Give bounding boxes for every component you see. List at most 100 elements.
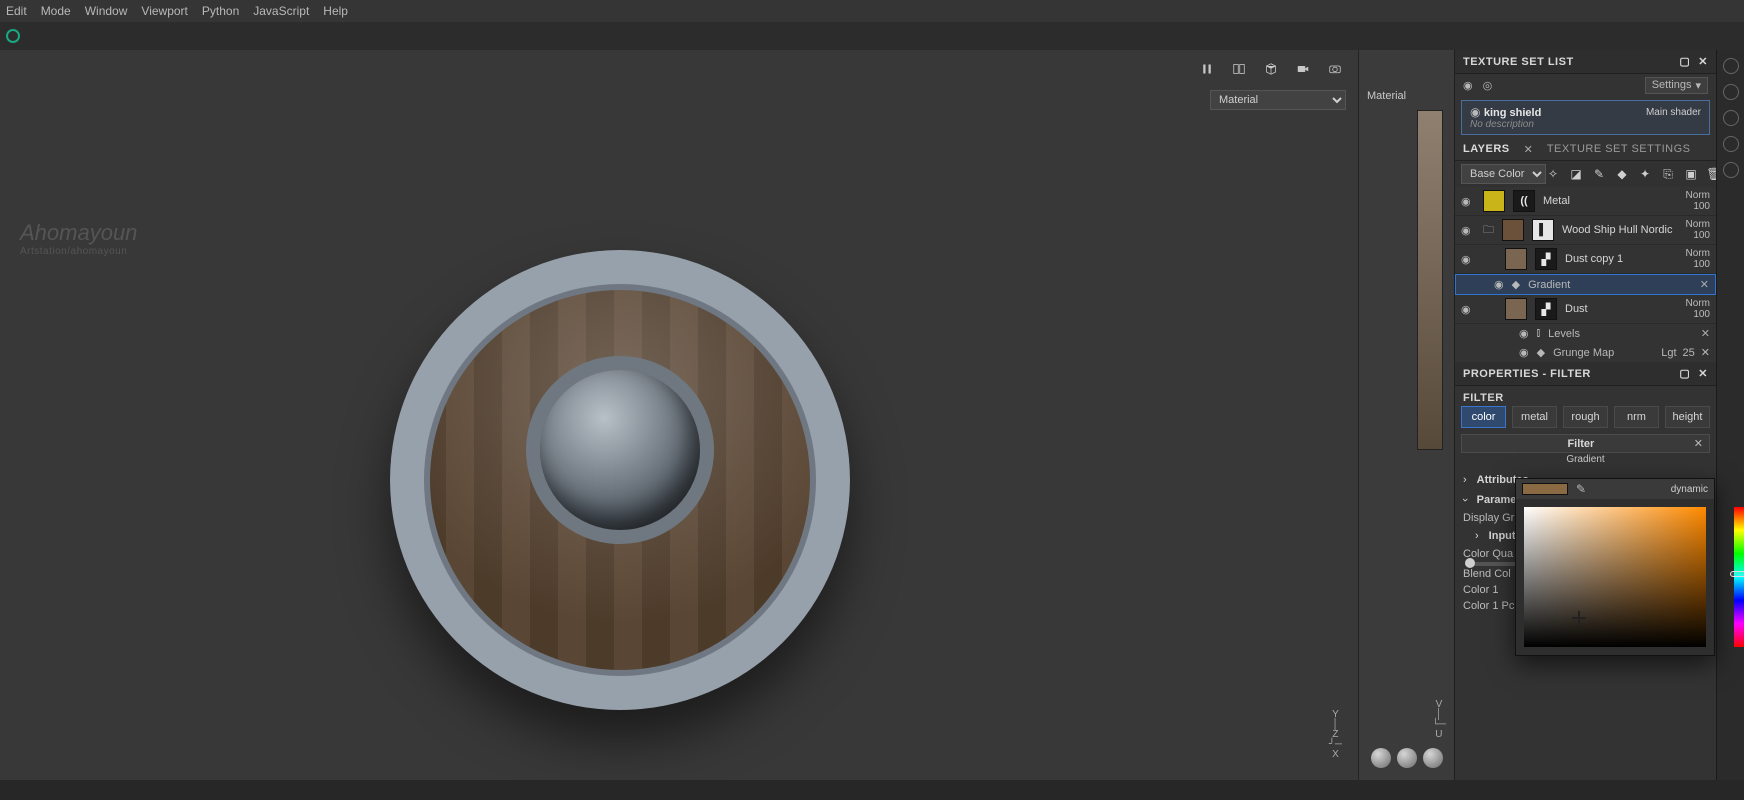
app-logo-icon[interactable] <box>6 29 20 43</box>
eye-icon[interactable]: ◉ <box>1461 253 1475 266</box>
blend-mode[interactable]: Norm <box>1686 219 1710 230</box>
channel-color[interactable]: color <box>1461 406 1506 428</box>
effect-gradient[interactable]: ◉ ◆ Gradient ✕ <box>1455 274 1716 295</box>
camera-icon[interactable] <box>1324 58 1346 80</box>
layer-metal[interactable]: ◉ (( Metal Norm 100 <box>1455 187 1716 216</box>
layer-label[interactable]: Metal <box>1543 195 1678 207</box>
layer-thumb[interactable] <box>1483 190 1505 212</box>
layer-mask-icon[interactable]: ▞ <box>1535 298 1557 320</box>
layer-label[interactable]: Dust <box>1565 303 1678 315</box>
layer-mask-icon[interactable]: ▞ <box>1535 248 1557 270</box>
viewport-shading-3d[interactable]: Material <box>1210 90 1346 110</box>
menu-edit[interactable]: Edit <box>6 4 27 18</box>
filter-clear-icon[interactable]: ✕ <box>1694 437 1703 450</box>
hue-handle-icon[interactable] <box>1730 571 1744 577</box>
layer-dust-copy[interactable]: ◉ ▞ Dust copy 1 Norm 100 <box>1455 245 1716 274</box>
texture-set-item[interactable]: ◉ king shield Main shader No description <box>1461 100 1710 135</box>
menu-javascript[interactable]: JavaScript <box>253 4 309 18</box>
matball-1[interactable] <box>1371 748 1391 768</box>
channel-metal[interactable]: metal <box>1512 406 1557 428</box>
layer-thumb[interactable] <box>1505 248 1527 270</box>
layer-wood-folder[interactable]: ◉ 🗀 ▌ Wood Ship Hull Nordic Norm 100 <box>1455 216 1716 245</box>
blend-mode[interactable]: Norm <box>1686 298 1710 309</box>
layer-mask-icon[interactable]: ▌ <box>1532 219 1554 241</box>
menu-mode[interactable]: Mode <box>41 4 71 18</box>
shelf-slot-5[interactable] <box>1723 162 1739 178</box>
close-icon[interactable]: ✕ <box>1698 367 1708 380</box>
layer-thumb[interactable] <box>1502 219 1524 241</box>
visibility-all-icon[interactable]: ◉ <box>1463 79 1473 92</box>
fill-icon[interactable]: ◆ <box>1615 167 1629 181</box>
mask-icon[interactable]: ◪ <box>1569 167 1583 181</box>
texture-set-shader[interactable]: Main shader <box>1646 107 1701 118</box>
camera-solid-icon[interactable] <box>1292 58 1314 80</box>
effect-delete-icon[interactable]: ✕ <box>1701 327 1710 340</box>
axis-gizmo-2d[interactable]: V│└─U <box>1432 700 1446 740</box>
split-view-icon[interactable] <box>1228 58 1250 80</box>
opacity-value[interactable]: 100 <box>1693 230 1710 241</box>
visibility-focus-icon[interactable]: ◎ <box>1483 79 1493 92</box>
cube-3d-icon[interactable] <box>1260 58 1282 80</box>
color-picker[interactable]: ✎ dynamic <box>1515 478 1715 656</box>
tab-texture-set-settings[interactable]: TEXTURE SET SETTINGS <box>1547 143 1691 156</box>
eye-icon[interactable]: ◉ <box>1494 278 1504 291</box>
tsl-settings-button[interactable]: Settings▾ <box>1645 77 1708 94</box>
layer-thumb[interactable] <box>1505 298 1527 320</box>
viewport-3d[interactable]: Material Ahomayoun Artstation/ahomayoun … <box>0 50 1358 780</box>
menu-python[interactable]: Python <box>202 4 239 18</box>
eye-icon[interactable]: ◉ <box>1461 195 1475 208</box>
matball-3[interactable] <box>1423 748 1443 768</box>
brush-icon[interactable]: ✎ <box>1592 167 1606 181</box>
axis-gizmo-3d[interactable]: Y │ Z╯─X <box>1329 710 1342 760</box>
opacity-value[interactable]: 100 <box>1693 259 1710 270</box>
effect-delete-icon[interactable]: ✕ <box>1700 278 1709 291</box>
shelf-slot-2[interactable] <box>1723 84 1739 100</box>
blend-mode[interactable]: Norm <box>1686 190 1710 201</box>
matball-2[interactable] <box>1397 748 1417 768</box>
opacity-value[interactable]: 100 <box>1693 309 1710 320</box>
material-thumbs[interactable] <box>1359 748 1454 768</box>
filter-header[interactable]: Filter ✕ <box>1461 434 1710 453</box>
saturation-value-field[interactable] <box>1524 507 1706 647</box>
tab-layers-close-icon[interactable]: ✕ <box>1524 143 1533 156</box>
effect-delete-icon[interactable]: ✕ <box>1701 346 1710 359</box>
layer-label[interactable]: Wood Ship Hull Nordic <box>1562 224 1678 236</box>
blend-mode[interactable]: Lgt <box>1661 347 1676 359</box>
menu-help[interactable]: Help <box>323 4 348 18</box>
menu-window[interactable]: Window <box>85 4 128 18</box>
eye-icon[interactable]: ◉ <box>1519 346 1529 359</box>
shelf-slot-4[interactable] <box>1723 136 1739 152</box>
viewport-2d[interactable]: Material V│└─U <box>1358 50 1454 780</box>
eye-icon[interactable]: ◉ <box>1519 327 1529 340</box>
channel-height[interactable]: height <box>1665 406 1710 428</box>
link-icon[interactable]: ⎘ <box>1661 167 1675 181</box>
picker-mode[interactable]: dynamic <box>1671 484 1708 495</box>
channel-nrm[interactable]: nrm <box>1614 406 1659 428</box>
channel-rough[interactable]: rough <box>1563 406 1608 428</box>
eyedropper-icon[interactable]: ✎ <box>1576 482 1590 496</box>
shelf-slot-1[interactable] <box>1723 58 1739 74</box>
tab-layers[interactable]: LAYERS <box>1463 143 1510 156</box>
blend-mode[interactable]: Norm <box>1686 248 1710 259</box>
color-swatch[interactable] <box>1522 483 1568 495</box>
pause-icon[interactable] <box>1196 58 1218 80</box>
folder-icon[interactable]: ▣ <box>1684 167 1698 181</box>
wand-icon[interactable]: ✧ <box>1546 167 1560 181</box>
sv-handle-icon[interactable] <box>1572 611 1586 625</box>
smart-icon[interactable]: ✦ <box>1638 167 1652 181</box>
shading-select-3d[interactable]: Material <box>1210 90 1346 110</box>
opacity-value[interactable]: 25 <box>1683 347 1695 359</box>
eye-icon[interactable]: ◉ <box>1470 105 1480 119</box>
effect-grunge[interactable]: ◉ ◆ Grunge Map Lgt 25 ✕ <box>1455 343 1716 362</box>
channel-select[interactable]: Base Color <box>1461 164 1546 184</box>
layer-label[interactable]: Dust copy 1 <box>1565 253 1678 265</box>
effect-levels[interactable]: ◉ ⫾ Levels ✕ <box>1455 324 1716 343</box>
layer-dust[interactable]: ◉ ▞ Dust Norm 100 <box>1455 295 1716 324</box>
close-icon[interactable]: ✕ <box>1698 55 1708 68</box>
eye-icon[interactable]: ◉ <box>1461 224 1475 237</box>
menu-viewport[interactable]: Viewport <box>141 4 187 18</box>
undock-icon[interactable]: ▢ <box>1679 55 1690 68</box>
undock-icon[interactable]: ▢ <box>1679 367 1690 380</box>
layer-mask-icon[interactable]: (( <box>1513 190 1535 212</box>
mesh-shield[interactable] <box>390 250 850 710</box>
